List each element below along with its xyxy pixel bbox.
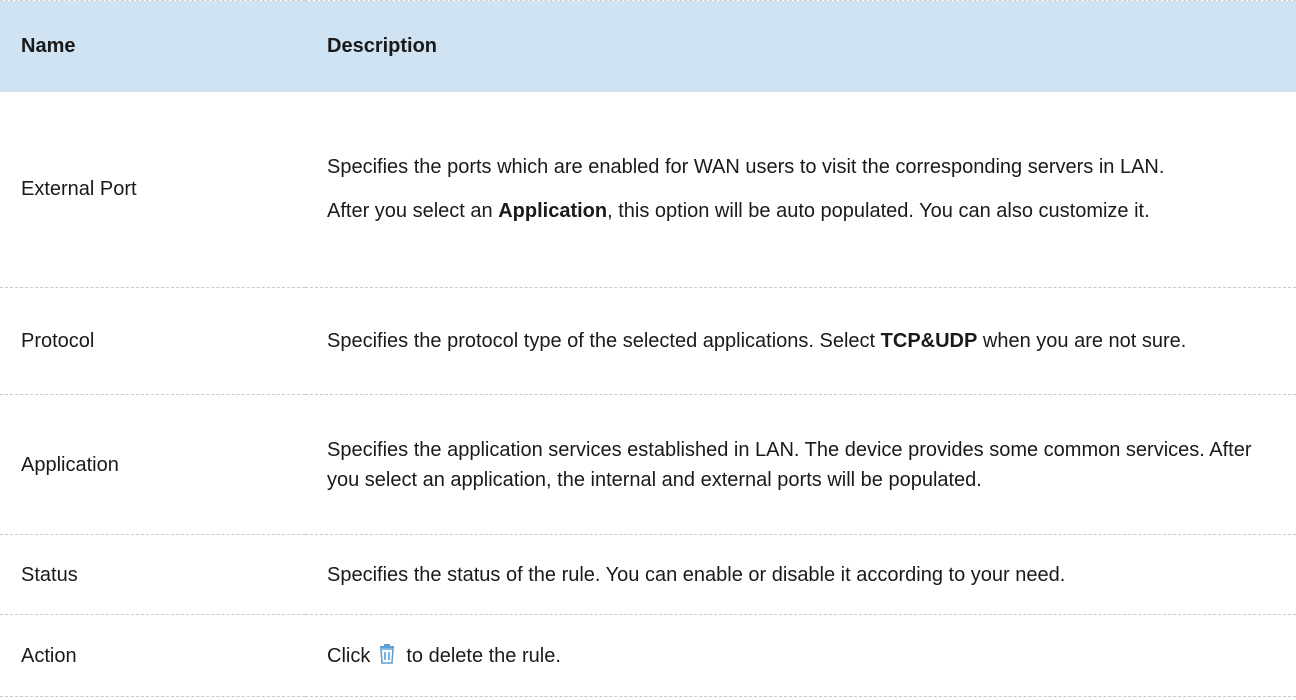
desc-text: when you are not sure. [977, 330, 1187, 352]
row-name-external-port: External Port [0, 91, 305, 288]
row-desc-protocol: Specifies the protocol type of the selec… [305, 287, 1296, 395]
table-row: Action Click to delete the rule. [0, 614, 1296, 697]
row-name-status: Status [0, 534, 305, 615]
parameter-table: Name Description External Port Specifies… [0, 0, 1296, 697]
row-desc-external-port: Specifies the ports which are enabled fo… [305, 91, 1296, 288]
header-row: Name Description [0, 0, 1296, 92]
row-desc-status: Specifies the status of the rule. You ca… [305, 534, 1296, 615]
desc-paragraph: Specifies the protocol type of the selec… [327, 326, 1284, 356]
row-name-action: Action [0, 614, 305, 697]
desc-text: Click [327, 644, 371, 667]
desc-paragraph: Specifies the status of the rule. You ca… [327, 563, 1066, 586]
row-name-application: Application [0, 394, 305, 535]
desc-paragraph: Specifies the ports which are enabled fo… [327, 156, 1165, 179]
trash-icon[interactable] [376, 643, 398, 665]
desc-text: Specifies the protocol type of the selec… [327, 330, 881, 352]
desc-bold-term: TCP&UDP [880, 330, 978, 352]
desc-paragraph: Specifies the application services estab… [327, 438, 1252, 491]
table-row: External Port Specifies the ports which … [0, 91, 1296, 288]
row-desc-application: Specifies the application services estab… [305, 394, 1296, 535]
desc-bold-term: Application [498, 200, 608, 223]
desc-text: After you select an [327, 200, 499, 223]
table-row: Status Specifies the status of the rule.… [0, 534, 1296, 615]
row-desc-action: Click to delete the rule. [305, 614, 1296, 697]
desc-text: to delete the rule. [406, 644, 561, 667]
table-row: Application Specifies the application se… [0, 394, 1296, 535]
row-name-protocol: Protocol [0, 287, 305, 395]
desc-paragraph: Click to delete the rule. [327, 641, 1284, 671]
desc-text: , this option will be auto populated. Yo… [607, 200, 1150, 223]
table-row: Protocol Specifies the protocol type of … [0, 287, 1296, 395]
header-description: Description [305, 0, 1296, 92]
header-name: Name [0, 0, 305, 92]
desc-paragraph: After you select an Application, this op… [327, 196, 1284, 226]
table-header: Name Description [0, 0, 1296, 92]
